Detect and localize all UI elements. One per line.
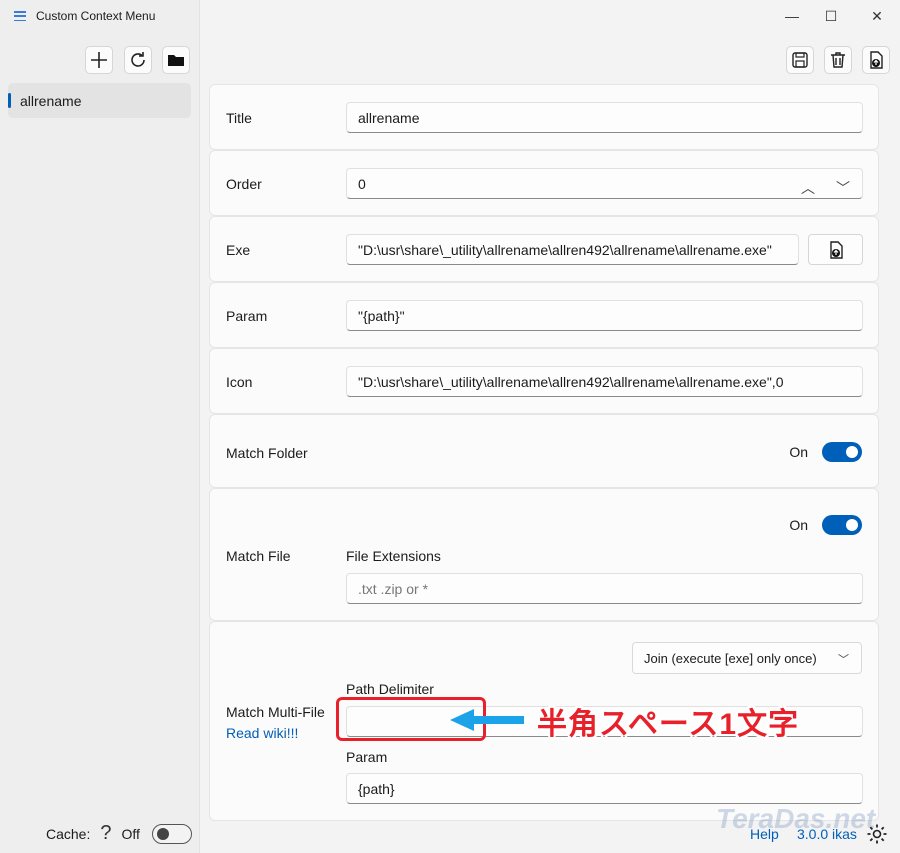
match-file-toggle-group: On <box>789 515 862 535</box>
chevron-up-icon[interactable]: ︿ <box>801 178 815 198</box>
trash-icon <box>831 52 845 68</box>
save-icon <box>792 52 808 68</box>
app-title: Custom Context Menu <box>36 9 156 23</box>
sidebar-item-allrename[interactable]: allrename <box>8 83 191 118</box>
sidebar: Custom Context Menu allrename Cache: ? O… <box>0 0 200 853</box>
export-button[interactable] <box>862 46 890 74</box>
chevron-down-icon[interactable]: ﹀ <box>836 178 850 198</box>
settings-button[interactable] <box>865 822 889 846</box>
match-folder-card: Match Folder On <box>209 414 879 488</box>
order-value: 0 <box>358 175 366 192</box>
menu-icon[interactable] <box>14 11 26 21</box>
path-delimiter-label: Path Delimiter <box>346 681 434 697</box>
open-folder-button[interactable] <box>162 46 190 74</box>
match-folder-toggle-group: On <box>789 442 862 462</box>
plus-icon <box>91 52 107 68</box>
param-label: Param <box>226 308 268 324</box>
match-file-state: On <box>789 517 808 533</box>
selection-indicator <box>8 93 11 108</box>
refresh-icon <box>131 52 145 67</box>
refresh-button[interactable] <box>124 46 152 74</box>
sidebar-item-label: allrename <box>20 92 82 109</box>
match-multi-file-label: Match Multi-File <box>226 704 325 720</box>
maximize-button[interactable]: ☐ <box>821 6 841 26</box>
cache-label: Cache: <box>46 825 91 842</box>
icon-card: Icon "D:\usr\share\_utility\allrename\al… <box>209 348 879 414</box>
help-icon[interactable]: ? <box>100 822 111 845</box>
save-button[interactable] <box>786 46 814 74</box>
param-input[interactable]: "{path}" <box>346 300 863 331</box>
order-number-input[interactable]: 0 ︿ ﹀ <box>346 168 863 199</box>
match-file-card: Match File On File Extensions .txt .zip … <box>209 488 879 621</box>
browse-exe-button[interactable] <box>808 234 863 265</box>
file-upload-icon <box>870 51 883 69</box>
cache-toggle[interactable] <box>151 823 192 844</box>
match-file-toggle[interactable] <box>822 515 862 535</box>
param-card: Param "{path}" <box>209 282 879 348</box>
match-folder-label: Match Folder <box>226 445 308 461</box>
exe-label: Exe <box>226 242 251 258</box>
minimize-button[interactable]: — <box>782 6 802 26</box>
multi-param-label: Param <box>346 749 388 765</box>
match-folder-state: On <box>789 444 808 460</box>
multi-param-input[interactable]: {path} <box>346 773 863 804</box>
title-card: Title allrename <box>209 84 879 150</box>
file-extensions-label: File Extensions <box>346 548 441 564</box>
order-label: Order <box>226 176 262 192</box>
help-link[interactable]: Help <box>750 826 779 842</box>
file-upload-icon <box>829 240 843 259</box>
icon-input[interactable]: "D:\usr\share\_utility\allrename\allren4… <box>346 366 863 397</box>
title-input[interactable]: allrename <box>346 102 863 133</box>
exe-input[interactable]: "D:\usr\share\_utility\allrename\allren4… <box>346 234 799 265</box>
version-label: 3.0.0 ikas <box>797 826 857 842</box>
cache-state: Off <box>121 825 140 842</box>
add-button[interactable] <box>85 46 113 74</box>
icon-label: Icon <box>226 374 253 390</box>
folder-icon <box>168 55 184 66</box>
delete-button[interactable] <box>824 46 852 74</box>
multi-file-mode-select[interactable]: Join (execute [exe] only once) ﹀ <box>632 642 862 674</box>
gear-icon <box>867 824 887 844</box>
file-extensions-placeholder: .txt .zip or * <box>358 580 429 597</box>
order-card: Order 0 ︿ ﹀ <box>209 150 879 216</box>
close-button[interactable]: ✕ <box>867 6 887 26</box>
match-file-label: Match File <box>226 548 291 564</box>
multi-file-mode-value: Join (execute [exe] only once) <box>644 650 817 666</box>
title-label: Title <box>226 110 252 126</box>
file-extensions-input[interactable]: .txt .zip or * <box>346 573 863 604</box>
read-wiki-link[interactable]: Read wiki!!! <box>226 725 298 741</box>
annotation-arrow-icon <box>450 709 524 731</box>
chevron-down-icon: ﹀ <box>838 654 849 666</box>
cache-control: Cache: ? Off <box>46 822 192 845</box>
app-titlebar: Custom Context Menu <box>14 9 155 23</box>
match-folder-toggle[interactable] <box>822 442 862 462</box>
annotation-text: 半角スペース1文字 <box>537 708 800 741</box>
exe-card: Exe "D:\usr\share\_utility\allrename\all… <box>209 216 879 282</box>
